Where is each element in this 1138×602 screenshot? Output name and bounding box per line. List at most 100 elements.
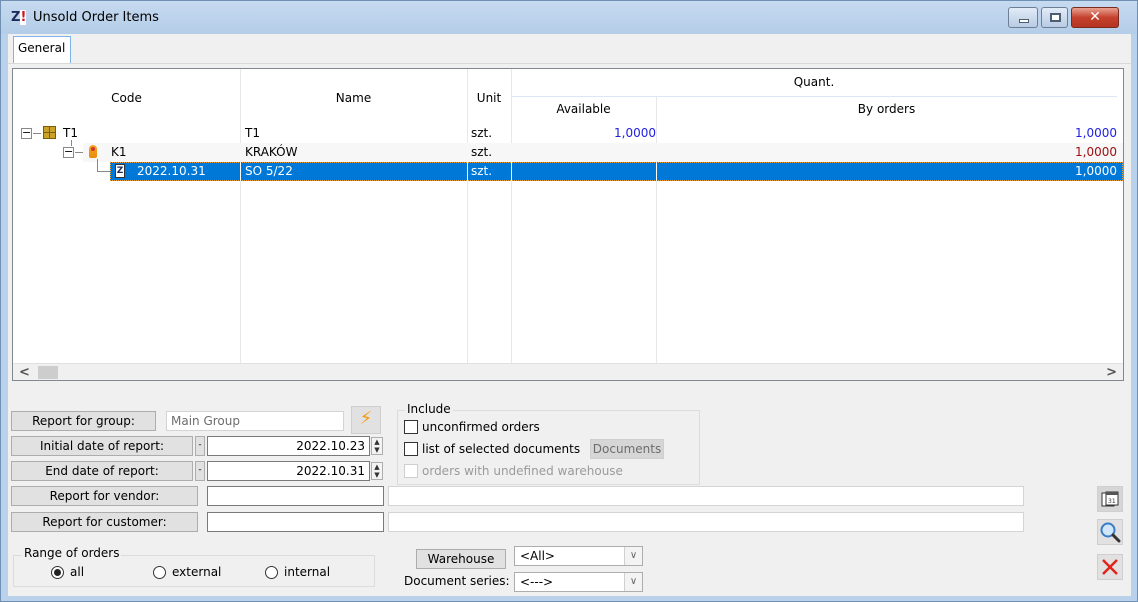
end-date-field[interactable]: 2022.10.31 (207, 461, 370, 481)
selected-documents-checkbox[interactable] (404, 442, 418, 456)
initial-date-field[interactable]: 2022.10.23 (207, 436, 370, 456)
lightning-icon: ⚡ (359, 408, 373, 429)
vendor-code-field[interactable] (207, 486, 384, 506)
collapse-toggle[interactable]: − (21, 127, 32, 139)
document-icon: Z (115, 164, 125, 178)
customer-icon (89, 145, 97, 158)
minimize-button[interactable] (1008, 7, 1038, 28)
cell-unit: szt. (471, 126, 493, 140)
app-logo-icon: Z! (11, 10, 27, 25)
cell-available: 1,0000 (614, 126, 656, 140)
calendar-icon: 31 (1101, 491, 1119, 507)
group-field[interactable]: Main Group (166, 411, 344, 431)
table-row-selected[interactable]: Z 2022.10.31 SO 5/22 szt. 1,0000 (13, 159, 1123, 181)
include-title: Include (405, 402, 453, 416)
cell-unit: szt. (471, 145, 493, 159)
document-series-select[interactable]: <---> ∨ (514, 572, 643, 592)
vendor-name-field[interactable] (388, 486, 1024, 506)
close-button[interactable]: ✕ (1071, 7, 1119, 28)
range-internal-radio[interactable] (265, 566, 278, 579)
order-items-grid[interactable]: Code Name Unit Quant. Available By order… (12, 68, 1124, 381)
column-divider (467, 162, 468, 181)
horizontal-scrollbar[interactable]: < > (13, 363, 1123, 380)
range-title: Range of orders (22, 546, 122, 560)
cell-by-orders: 1,0000 (1075, 145, 1117, 159)
undefined-warehouse-label: orders with undefined warehouse (422, 464, 623, 478)
svg-text:31: 31 (1108, 498, 1116, 505)
column-header-quant: Quant. (793, 75, 835, 89)
cell-code: K1 (111, 145, 127, 159)
column-divider (240, 162, 241, 181)
tree-line (97, 171, 111, 172)
unconfirmed-orders-label[interactable]: unconfirmed orders (422, 420, 540, 434)
end-date-spinner[interactable]: ▲ ▼ (371, 462, 383, 480)
tab-general[interactable]: General (13, 36, 71, 63)
document-series-label: Document series: (404, 574, 510, 588)
table-row[interactable]: − K1 KRAKÓW szt. 1,0000 (13, 140, 1123, 162)
cell-name: KRAKÓW (245, 145, 298, 159)
cell-name: T1 (245, 126, 260, 140)
warehouse-button[interactable]: Warehouse (416, 549, 506, 569)
warehouse-value: <All> (520, 549, 555, 563)
report-for-customer-button[interactable]: Report for customer: (11, 512, 198, 532)
range-internal-label[interactable]: internal (284, 565, 330, 579)
chevron-down-icon[interactable]: ∨ (624, 573, 642, 591)
product-icon (43, 126, 56, 139)
calendar-button[interactable]: 31 (1097, 486, 1123, 512)
window: Z! Unsold Order Items ✕ General Code Nam… (0, 0, 1138, 602)
initial-date-button[interactable]: Initial date of report: (11, 436, 193, 456)
cell-unit: szt. (471, 164, 493, 178)
cell-code: T1 (63, 126, 78, 140)
search-icon (1100, 522, 1121, 543)
range-all-radio[interactable] (51, 566, 64, 579)
column-header-name[interactable]: Name (240, 91, 467, 105)
column-header-code[interactable]: Code (13, 91, 240, 105)
scroll-right-arrow[interactable]: > (1106, 365, 1117, 380)
scroll-thumb[interactable] (38, 366, 58, 379)
column-divider (656, 162, 657, 181)
unconfirmed-orders-checkbox[interactable] (404, 420, 418, 434)
tab-divider (8, 63, 1131, 64)
customer-name-field[interactable] (388, 512, 1024, 532)
column-divider (240, 69, 241, 364)
column-header-available[interactable]: Available (511, 102, 656, 116)
initial-date-minus-button[interactable]: - (195, 436, 205, 456)
search-button[interactable] (1097, 519, 1123, 545)
customer-code-field[interactable] (207, 512, 384, 532)
range-external-radio[interactable] (153, 566, 166, 579)
documents-button[interactable]: Documents (590, 439, 664, 459)
lightning-button[interactable]: ⚡ (351, 406, 381, 434)
report-for-group-button[interactable]: Report for group: (11, 411, 156, 431)
scroll-left-arrow[interactable]: < (19, 365, 30, 380)
window-title: Unsold Order Items (33, 10, 159, 25)
tree-line (97, 159, 98, 171)
selected-documents-label[interactable]: list of selected documents (422, 442, 580, 456)
end-date-minus-button[interactable]: - (195, 461, 205, 481)
column-header-by-orders[interactable]: By orders (656, 102, 1117, 116)
cell-name: SO 5/22 (245, 164, 293, 178)
range-all-label[interactable]: all (70, 565, 84, 579)
initial-date-spinner[interactable]: ▲ ▼ (371, 437, 383, 455)
end-date-button[interactable]: End date of report: (11, 461, 193, 481)
minimize-icon (1019, 19, 1029, 23)
maximize-button[interactable] (1041, 7, 1068, 28)
tree-line (33, 133, 41, 134)
tree-line (75, 152, 83, 153)
cell-code: 2022.10.31 (137, 164, 206, 178)
cancel-icon (1102, 559, 1118, 575)
document-series-value: <---> (520, 575, 554, 589)
range-external-label[interactable]: external (172, 565, 221, 579)
close-icon: ✕ (1089, 9, 1101, 25)
column-divider (511, 162, 512, 181)
cancel-button[interactable] (1097, 554, 1123, 580)
chevron-down-icon[interactable]: ∨ (624, 547, 642, 565)
collapse-toggle[interactable]: − (63, 146, 74, 158)
header-divider (511, 96, 1117, 97)
report-for-vendor-button[interactable]: Report for vendor: (11, 486, 198, 506)
title-bar[interactable]: Z! Unsold Order Items ✕ (1, 1, 1137, 34)
column-header-unit[interactable]: Unit (467, 91, 511, 105)
undefined-warehouse-checkbox[interactable] (404, 464, 418, 478)
table-row[interactable]: − T1 T1 szt. 1,0000 1,0000 (13, 124, 1123, 143)
warehouse-select[interactable]: <All> ∨ (514, 546, 643, 566)
column-divider (467, 69, 468, 364)
